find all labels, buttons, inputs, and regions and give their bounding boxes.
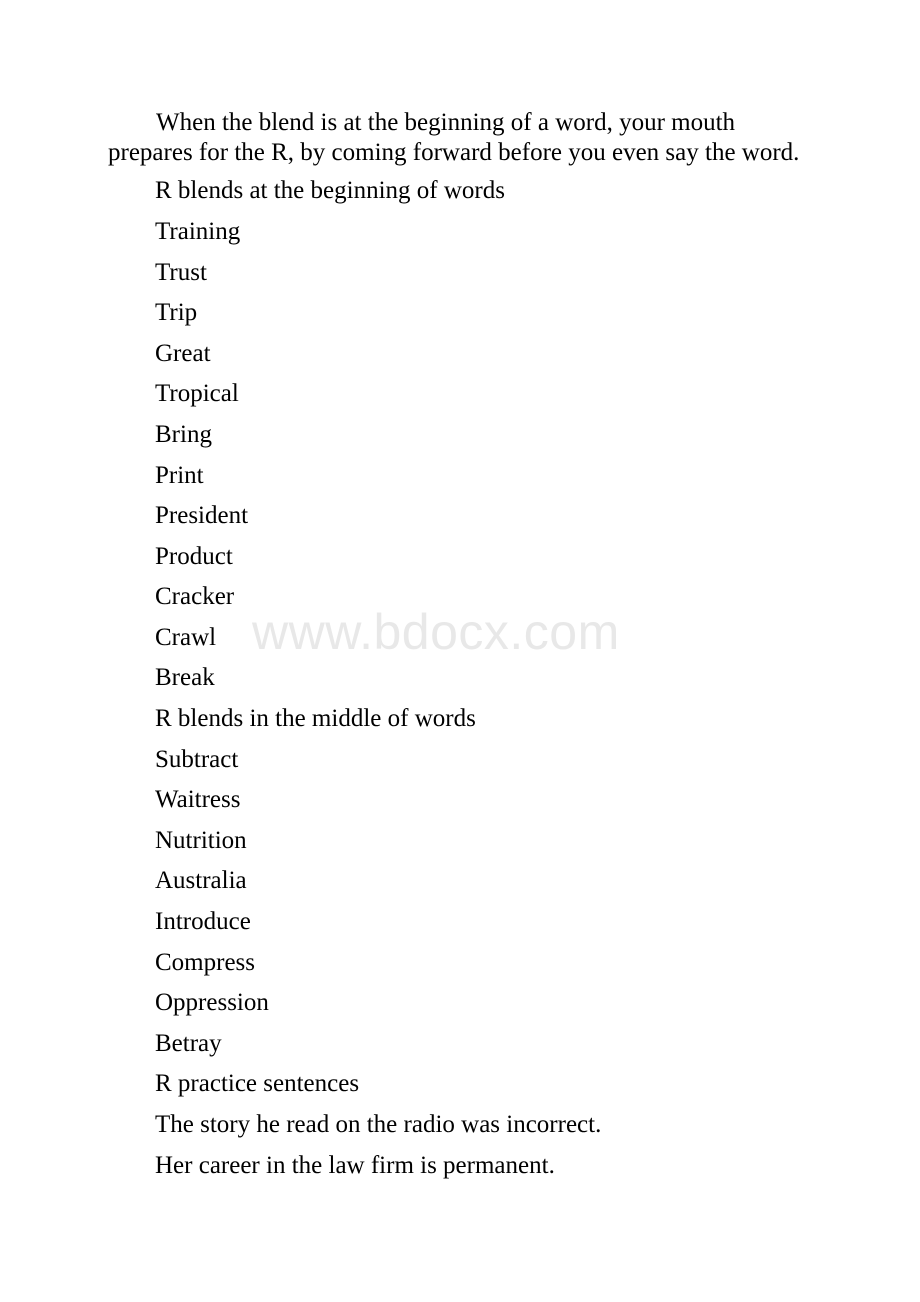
word-item-betray: Betray (155, 1030, 222, 1057)
word-item-subtract: Subtract (155, 746, 239, 773)
watermark-text: www.bdocx.com (252, 604, 620, 660)
word-item-president: President (155, 502, 249, 529)
word-item-compress: Compress (155, 949, 255, 976)
word-item-break: Break (155, 664, 215, 691)
intro-paragraph: When the blend is at the beginning of a … (108, 109, 800, 166)
section-heading-practice-sentences: R practice sentences (155, 1070, 360, 1097)
word-item-crawl: Crawl (155, 624, 217, 651)
word-item-tropical: Tropical (155, 380, 239, 407)
word-item-oppression: Oppression (155, 989, 269, 1016)
section-heading-beginning-blends: R blends at the beginning of words (155, 177, 505, 204)
word-item-australia: Australia (155, 867, 247, 894)
word-item-training: Training (155, 218, 241, 245)
practice-sentence-2: Her career in the law firm is permanent. (155, 1152, 555, 1179)
word-item-introduce: Introduce (155, 908, 251, 935)
word-item-trust: Trust (155, 259, 207, 286)
word-item-waitress: Waitress (155, 786, 241, 813)
word-item-great: Great (155, 340, 211, 367)
document-page: www.bdocx.com When the blend is at the b… (0, 0, 920, 1302)
word-item-trip: Trip (155, 299, 198, 326)
word-item-nutrition: Nutrition (155, 827, 247, 854)
word-item-print: Print (155, 462, 204, 489)
section-heading-middle-blends: R blends in the middle of words (155, 705, 476, 732)
practice-sentence-1: The story he read on the radio was incor… (155, 1111, 602, 1138)
word-item-bring: Bring (155, 421, 212, 448)
word-item-cracker: Cracker (155, 583, 235, 610)
word-item-product: Product (155, 543, 233, 570)
